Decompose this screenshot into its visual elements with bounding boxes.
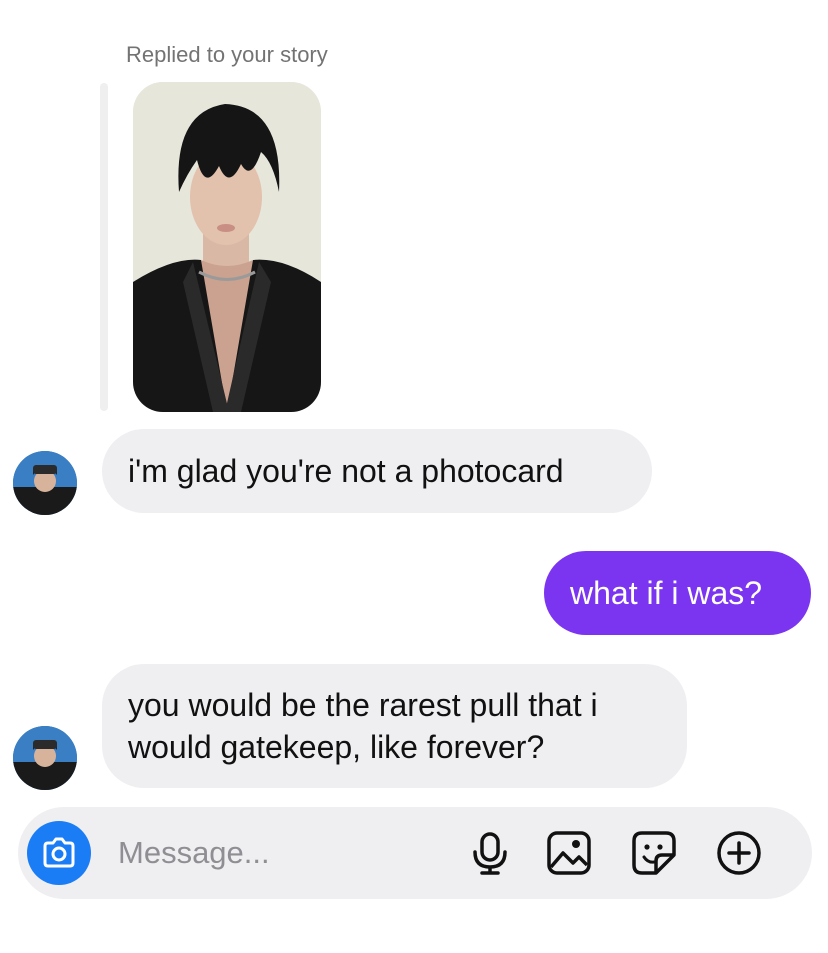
sender-avatar[interactable] <box>13 451 77 515</box>
reply-label: Replied to your story <box>126 42 328 67</box>
camera-icon <box>43 837 75 868</box>
avatar-photo <box>13 726 77 790</box>
message-input[interactable]: Message... <box>118 833 270 873</box>
message-bubble-outgoing: what if i was? <box>544 551 811 635</box>
reply-indicator-bar <box>100 83 108 411</box>
message-text-line: you would be the rarest pull that i <box>128 687 598 723</box>
microphone-icon[interactable] <box>466 829 514 877</box>
message-text-line: would gatekeep, like forever? <box>128 729 545 765</box>
camera-button[interactable] <box>27 821 91 885</box>
story-photo-illustration <box>133 82 321 412</box>
message-text: what if i was? <box>570 575 763 611</box>
story-thumbnail[interactable] <box>133 82 321 412</box>
message-text: i'm glad you're not a photocard <box>128 453 564 489</box>
message-bubble-incoming: you would be the rarest pull that i woul… <box>102 664 687 788</box>
plus-icon[interactable] <box>715 829 763 877</box>
gallery-icon[interactable] <box>545 829 593 877</box>
avatar-photo <box>13 451 77 515</box>
sticker-icon[interactable] <box>630 829 678 877</box>
sender-avatar[interactable] <box>13 726 77 790</box>
message-composer: Message... <box>18 807 812 899</box>
message-bubble-incoming: i'm glad you're not a photocard <box>102 429 652 513</box>
